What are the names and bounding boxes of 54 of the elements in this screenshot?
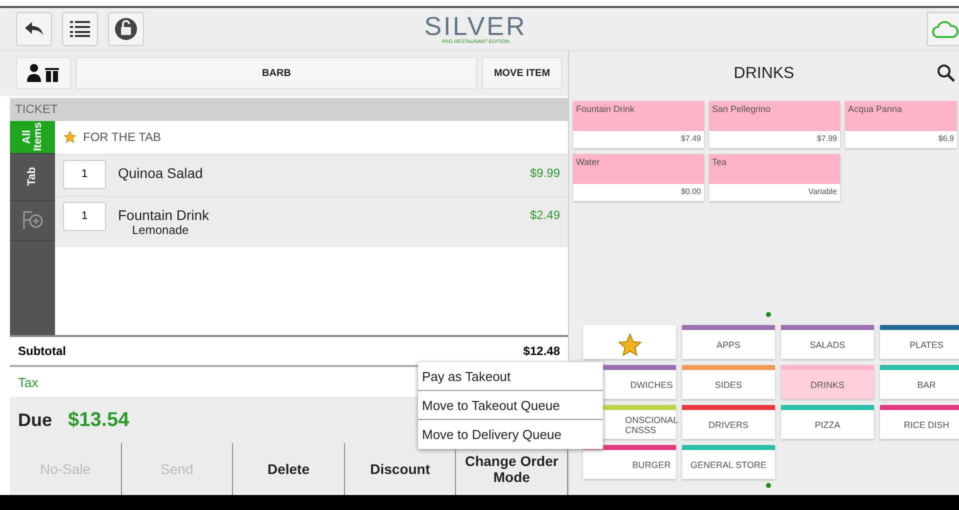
menu-item-tile[interactable]: Water $0.00 <box>573 154 704 201</box>
move-item-button[interactable]: MOVE ITEM <box>482 57 562 90</box>
category-button[interactable]: DRIVERS <box>682 405 775 439</box>
cloud-icon <box>931 19 959 39</box>
list-button[interactable] <box>62 12 98 46</box>
ticket-header: TICKET <box>10 98 568 121</box>
category-button[interactable]: RICE DISH <box>880 405 959 439</box>
person-gift-icon <box>26 64 60 82</box>
item-modifier: Lemonade <box>131 222 190 237</box>
category-button[interactable]: BAR <box>880 365 959 399</box>
item-price: $9.99 <box>530 164 560 180</box>
category-button[interactable]: PLATES <box>880 325 959 359</box>
menu-item-tile[interactable]: Acqua Panna $6.9 <box>845 101 957 148</box>
search-icon[interactable] <box>937 64 955 82</box>
star-icon <box>616 332 642 358</box>
item-name: Quinoa Salad <box>118 164 204 181</box>
menu-item[interactable]: Pay as Takeout <box>418 362 603 391</box>
logo-name: SILVER <box>424 13 527 39</box>
category-button[interactable]: GENERAL STORE <box>682 445 775 479</box>
customer-button[interactable] <box>16 57 71 90</box>
item-name: Fountain Drink <box>118 206 210 223</box>
action-button[interactable]: Delete <box>233 443 345 495</box>
lock-icon <box>114 17 138 41</box>
seat-add-icon <box>20 209 44 232</box>
category-button[interactable]: DRINKS <box>781 365 874 399</box>
category-button[interactable]: SIDES <box>682 365 775 399</box>
action-button[interactable]: Discount <box>344 443 456 495</box>
category-button[interactable]: SALADS <box>781 325 874 359</box>
subtotal-value: $12.48 <box>523 344 560 358</box>
item-price: $2.49 <box>530 206 560 222</box>
star-icon <box>63 130 77 144</box>
back-button[interactable] <box>16 12 52 46</box>
menu-item-tile[interactable]: Tea Variable <box>709 154 840 201</box>
menu-item[interactable]: Move to Takeout Queue <box>418 391 603 420</box>
category-button[interactable]: PIZZA <box>781 405 874 439</box>
tax-label: Tax <box>18 374 38 390</box>
subtotal-label: Subtotal <box>18 344 66 358</box>
category-title: DRINKS <box>734 64 794 82</box>
menu-item-tile[interactable]: Fountain Drink $7.49 <box>573 101 704 148</box>
back-arrow-icon <box>24 21 44 37</box>
quantity-button[interactable]: 1 <box>63 202 106 231</box>
category-button[interactable]: APPS <box>682 325 775 359</box>
customer-name-button[interactable]: BARB <box>76 57 477 90</box>
menu-item[interactable]: Move to Delivery Queue <box>418 420 603 449</box>
list-icon <box>70 20 90 38</box>
page-dot <box>766 312 771 317</box>
quantity-button[interactable]: 1 <box>63 160 106 189</box>
group-label: FOR THE TAB <box>83 130 162 144</box>
menu-item-tile[interactable]: San Pellegrino $7.99 <box>709 101 840 148</box>
category-button[interactable]: BURGER <box>583 445 676 479</box>
due-value: $13.54 <box>68 408 130 432</box>
due-label: Due <box>18 410 52 431</box>
lock-button[interactable] <box>108 12 144 46</box>
page-dot <box>766 483 771 488</box>
